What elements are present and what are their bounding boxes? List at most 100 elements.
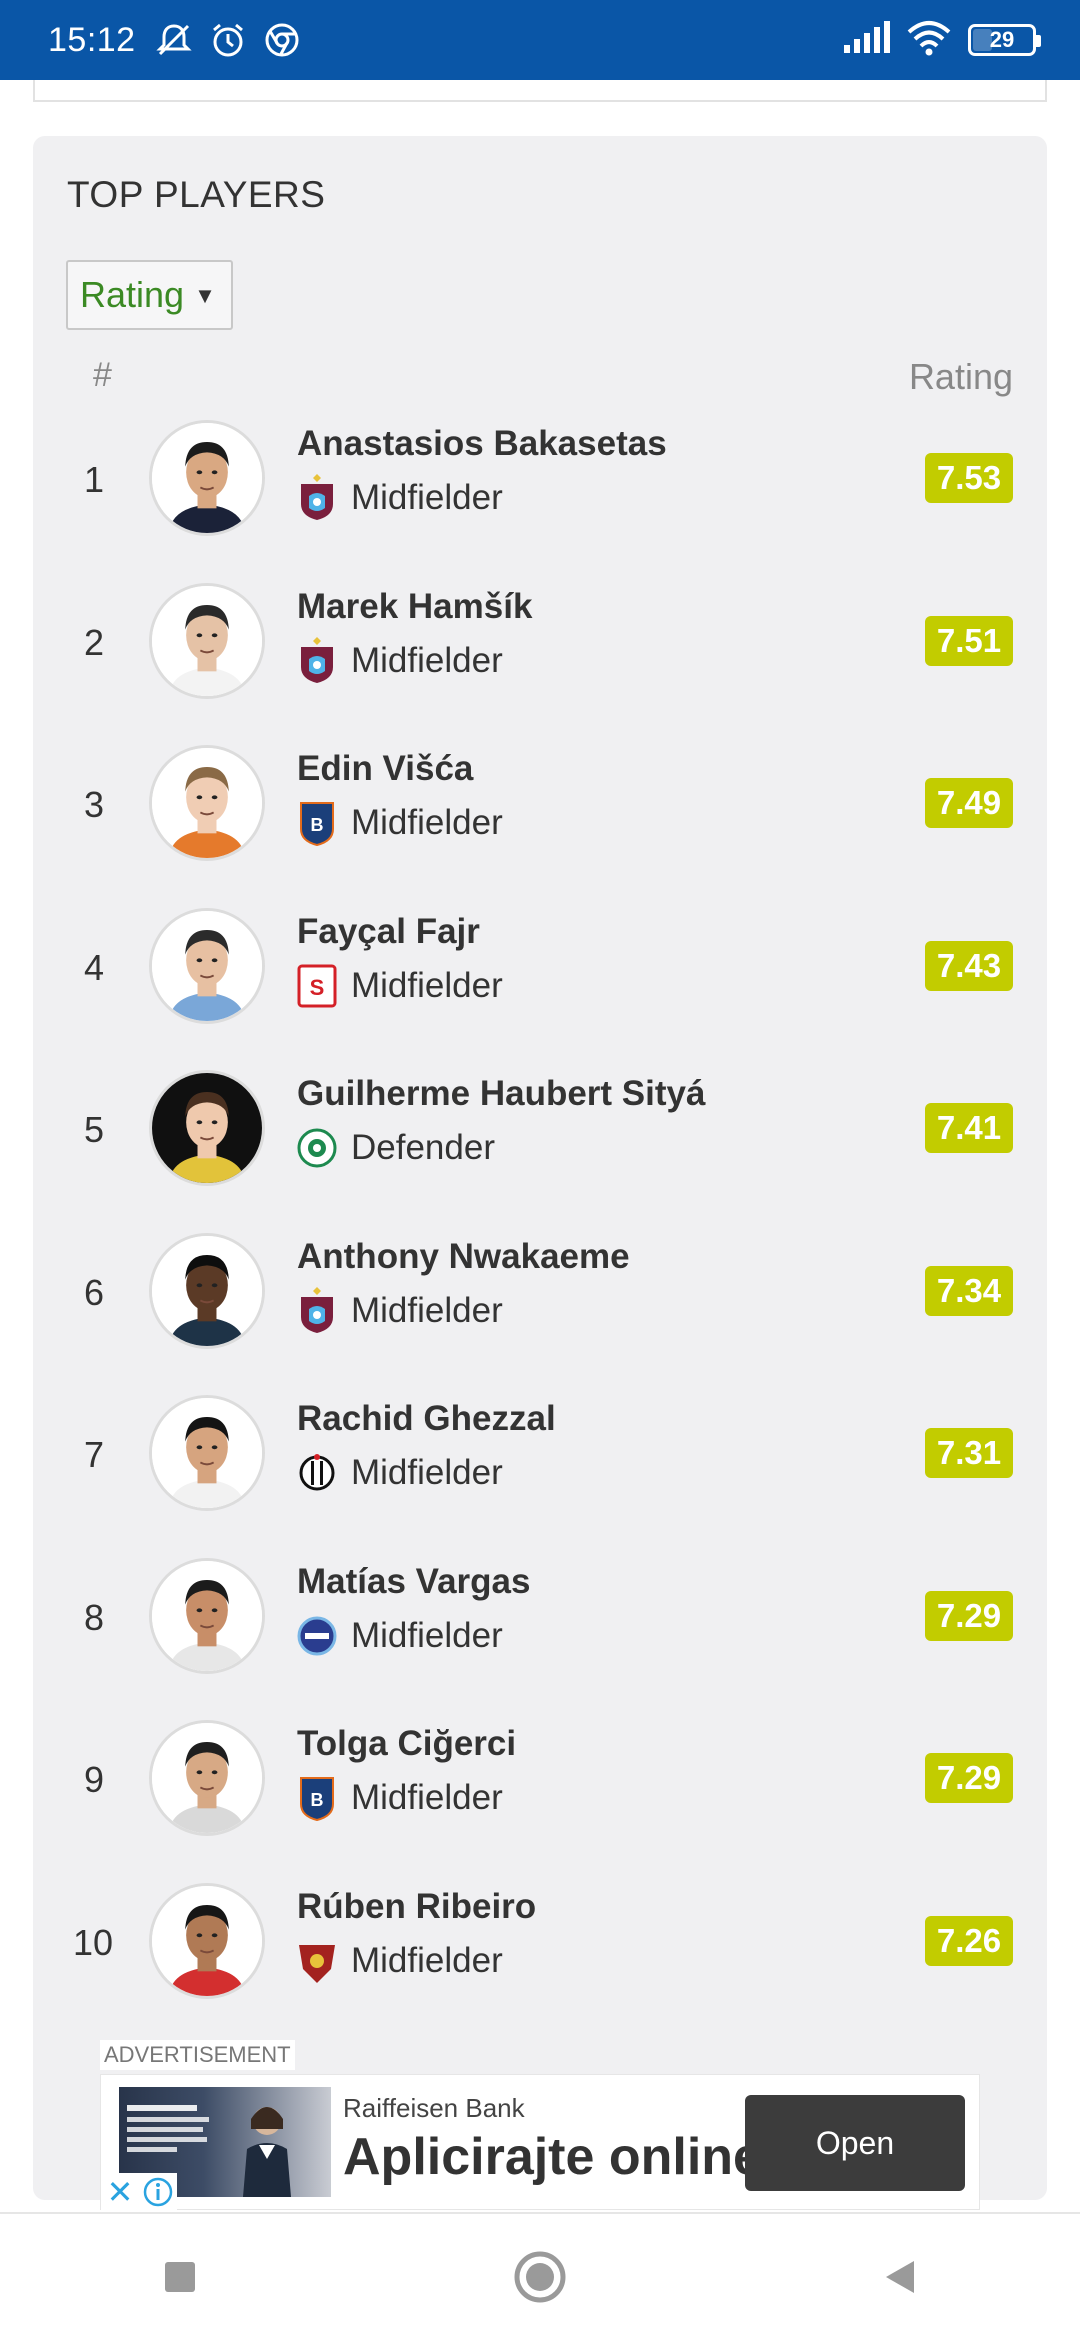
- player-rating-badge: 7.41: [925, 1103, 1013, 1153]
- svg-text:B: B: [311, 1790, 324, 1810]
- status-right: 29: [842, 20, 1041, 61]
- player-rank: 6: [83, 1271, 105, 1313]
- trabzonspor-badge-icon: [295, 474, 339, 522]
- player-row[interactable]: 6 Anthony Nwakaeme Midfielder 7.34: [33, 1219, 1047, 1382]
- player-position: Midfielder: [351, 803, 503, 842]
- trabzonspor-badge-icon: [295, 636, 339, 685]
- player-avatar[interactable]: [149, 1557, 265, 1674]
- player-meta: B Midfielder: [295, 799, 503, 847]
- player-row[interactable]: 7 Rachid Ghezzal Midfielder 7.31: [33, 1381, 1047, 1544]
- player-rank: 4: [83, 946, 105, 988]
- top-players-card: TOP PLAYERS Rating ▼ # Rating 1 Anastasi…: [33, 136, 1047, 2211]
- ad-banner[interactable]: Raiffeisen Bank Aplicirajte online Open …: [100, 2074, 980, 2211]
- player-rating-badge: 7.43: [925, 940, 1013, 991]
- basaksehir-badge-icon: B: [295, 1774, 339, 1822]
- ad-open-button[interactable]: Open: [745, 2095, 965, 2191]
- close-icon[interactable]: ✕: [101, 2173, 139, 2211]
- players-list: 1 Anastasios Bakasetas Midfielder 7.53 2…: [33, 406, 1047, 2031]
- battery-icon: 29: [968, 24, 1041, 56]
- player-position: Defender: [351, 1128, 495, 1167]
- player-rank: 2: [83, 621, 105, 663]
- svg-text:B: B: [311, 815, 324, 835]
- wifi-icon: [906, 20, 952, 61]
- player-name[interactable]: Guilherme Haubert Sityá: [297, 1074, 705, 1114]
- player-position: Midfielder: [351, 1940, 503, 1980]
- alarm-icon: [208, 20, 248, 60]
- player-row[interactable]: 10 Rúben Ribeiro Midfielder 7.26: [33, 1869, 1047, 2032]
- player-rank: 5: [83, 1109, 105, 1150]
- player-rank: 1: [83, 459, 105, 500]
- player-avatar[interactable]: [149, 745, 265, 861]
- player-avatar[interactable]: [149, 1232, 265, 1349]
- player-meta: Defender: [295, 1124, 495, 1172]
- player-row[interactable]: 5 Guilherme Haubert Sityá Defender 7.41: [33, 1056, 1047, 1219]
- player-avatar[interactable]: [149, 1882, 265, 1999]
- trabzonspor-badge-icon: [295, 1286, 339, 1335]
- player-rating-badge: 7.53: [925, 453, 1013, 503]
- player-row[interactable]: 3 Edin Višća B Midfielder 7.49: [33, 731, 1047, 894]
- player-name[interactable]: Rúben Ribeiro: [297, 1887, 536, 1927]
- rating-column-header: Rating: [908, 356, 1013, 397]
- player-name[interactable]: Rachid Ghezzal: [297, 1399, 556, 1439]
- player-rating-badge: 7.26: [925, 1915, 1013, 1966]
- sort-dropdown[interactable]: Rating ▼: [66, 260, 233, 330]
- ad-advertiser: Raiffeisen Bank: [343, 2093, 525, 2123]
- ad-headline: Aplicirajte online: [343, 2128, 762, 2186]
- player-avatar[interactable]: [149, 582, 265, 699]
- player-name[interactable]: Anastasios Bakasetas: [297, 424, 667, 464]
- player-meta: S Midfielder: [295, 962, 503, 1010]
- player-avatar[interactable]: [149, 907, 265, 1024]
- system-navigation-bar: [0, 2212, 1080, 2340]
- player-meta: Midfielder: [295, 1937, 503, 1985]
- player-avatar[interactable]: [149, 1070, 265, 1186]
- home-circle-icon[interactable]: [500, 2237, 580, 2317]
- player-position: Midfielder: [351, 1778, 503, 1817]
- player-name[interactable]: Fayçal Fajr: [297, 912, 480, 952]
- player-meta: Midfielder: [295, 474, 503, 522]
- player-rating-badge: 7.29: [925, 1590, 1013, 1641]
- player-name[interactable]: Matías Vargas: [297, 1562, 530, 1602]
- clock: 15:12: [48, 20, 136, 59]
- player-position: Midfielder: [351, 965, 503, 1005]
- dropdown-caret-icon: ▼: [194, 283, 216, 308]
- player-name[interactable]: Anthony Nwakaeme: [297, 1237, 630, 1277]
- signal-icon: [842, 20, 890, 60]
- besiktas-badge-icon: [295, 1449, 339, 1497]
- player-meta: Midfielder: [295, 1449, 503, 1497]
- player-meta: B Midfielder: [295, 1774, 503, 1822]
- hatayspor-badge-icon: [295, 1937, 339, 1985]
- sort-dropdown-value: Rating: [80, 274, 185, 315]
- back-triangle-icon[interactable]: [860, 2237, 940, 2317]
- player-row[interactable]: 2 Marek Hamšík Midfielder 7.51: [33, 569, 1047, 732]
- status-bar: 15:12 29: [0, 0, 1080, 80]
- player-name[interactable]: Edin Višća: [297, 749, 473, 789]
- player-position: Midfielder: [351, 478, 503, 517]
- player-avatar[interactable]: [149, 1395, 265, 1511]
- player-row[interactable]: 1 Anastasios Bakasetas Midfielder 7.53: [33, 406, 1047, 569]
- card-title: TOP PLAYERS: [67, 174, 326, 215]
- player-meta: Midfielder: [295, 636, 503, 685]
- player-rating-badge: 7.34: [925, 1265, 1013, 1316]
- player-meta: Midfielder: [295, 1612, 503, 1660]
- player-row[interactable]: 9 Tolga Ciğerci B Midfielder 7.29: [33, 1706, 1047, 1869]
- player-rank: 8: [83, 1596, 105, 1638]
- player-position: Midfielder: [351, 1290, 503, 1330]
- player-avatar[interactable]: [149, 420, 265, 536]
- player-name[interactable]: Marek Hamšík: [297, 587, 532, 627]
- recents-square-icon[interactable]: [140, 2237, 220, 2317]
- battery-level: 29: [989, 27, 1015, 52]
- player-row[interactable]: 8 Matías Vargas Midfielder 7.29: [33, 1544, 1047, 1707]
- basaksehir-badge-icon: B: [295, 799, 339, 847]
- player-rating-badge: 7.31: [925, 1428, 1013, 1478]
- player-rank: 7: [83, 1434, 105, 1475]
- player-avatar[interactable]: [149, 1720, 265, 1836]
- info-icon[interactable]: [139, 2173, 177, 2211]
- player-position: Midfielder: [351, 1615, 503, 1655]
- player-row[interactable]: 4 Fayçal Fajr S Midfielder 7.43: [33, 894, 1047, 1057]
- sivasspor-badge-icon: S: [295, 962, 339, 1010]
- konyaspor-badge-icon: [295, 1124, 339, 1172]
- player-rating-badge: 7.51: [925, 615, 1013, 666]
- adana-demirspor-badge-icon: [295, 1612, 339, 1660]
- player-rank: 3: [83, 784, 105, 825]
- player-name[interactable]: Tolga Ciğerci: [297, 1724, 516, 1764]
